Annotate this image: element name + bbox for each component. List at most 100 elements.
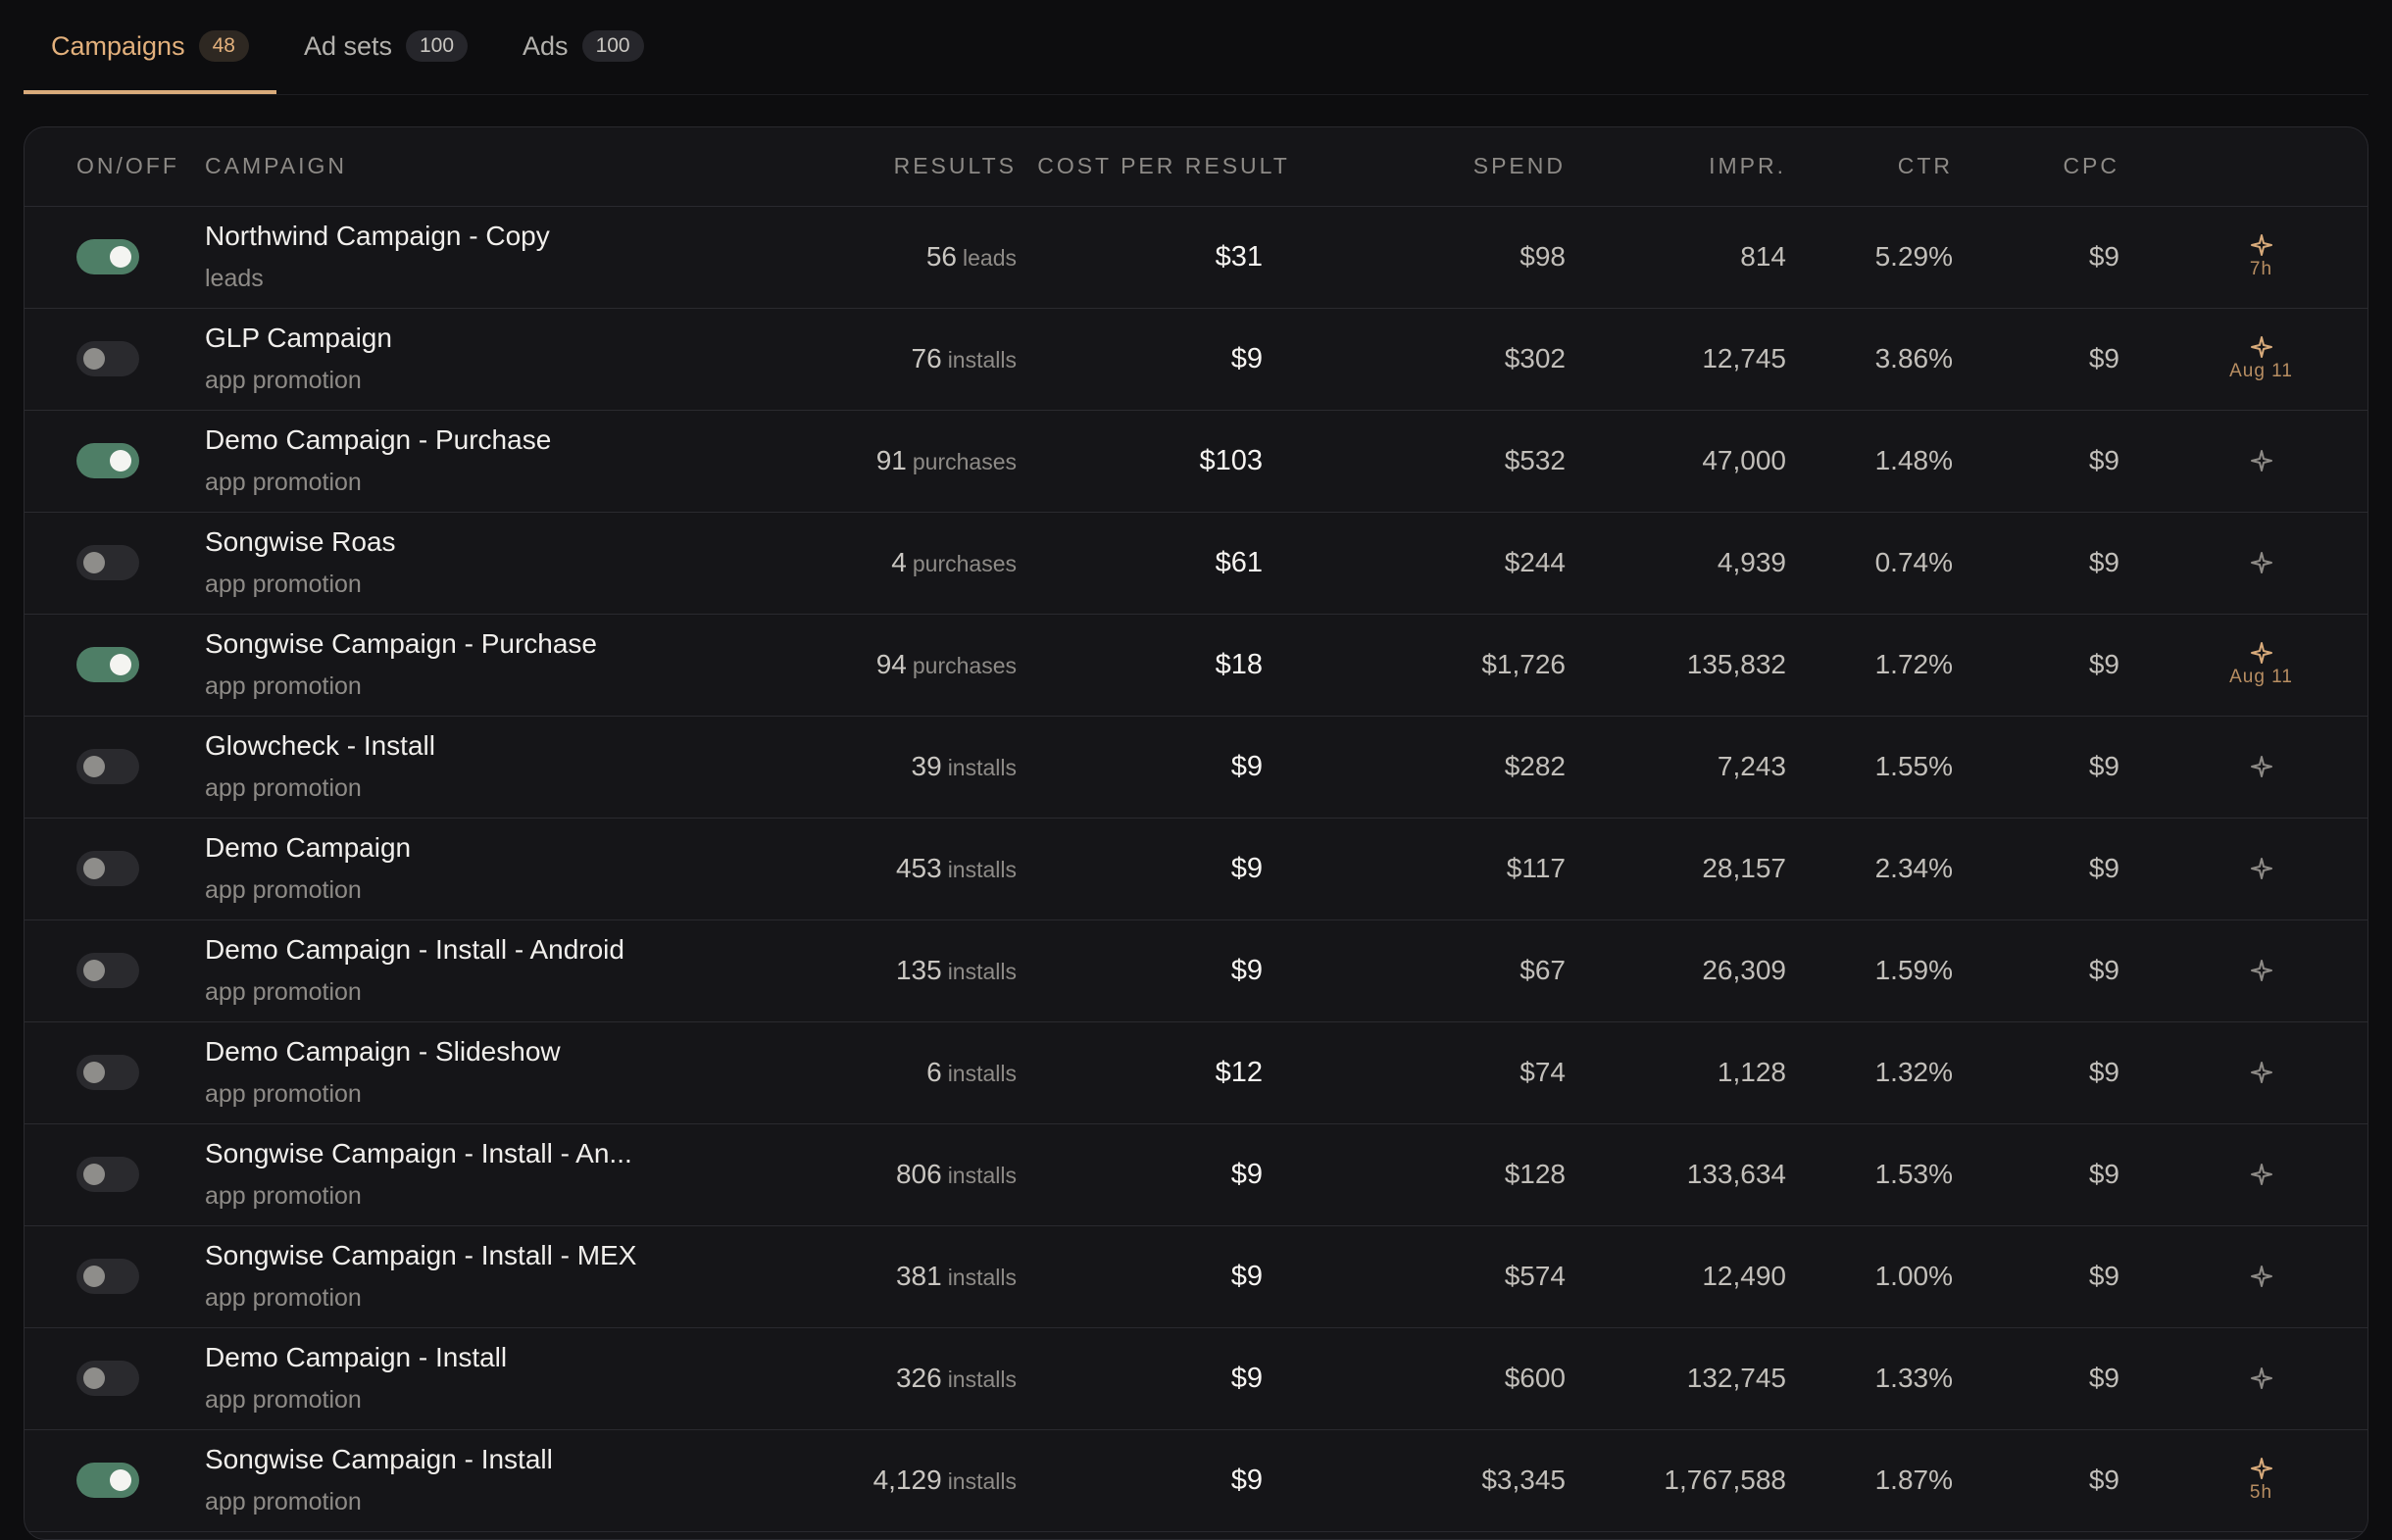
- campaign-name[interactable]: Demo Campaign - Install - Android: [205, 931, 624, 969]
- sparkle-icon[interactable]: [2250, 641, 2273, 665]
- onoff-cell: [25, 818, 205, 919]
- campaign-toggle[interactable]: [76, 443, 139, 478]
- campaign-toggle[interactable]: [76, 647, 139, 682]
- impressions-value: 28,157: [1702, 853, 1786, 883]
- action-cell[interactable]: Aug 11: [2155, 614, 2367, 716]
- campaign-cell[interactable]: Songwise Campaign - Install app promotion: [205, 1429, 617, 1531]
- table-row[interactable]: Demo Campaign app promotion 453 installs $9 $…: [25, 818, 2367, 919]
- sparkle-icon[interactable]: [2250, 1061, 2273, 1084]
- sparkle-icon[interactable]: [2250, 449, 2273, 472]
- header-cost-per-result[interactable]: COST PER RESULT: [1017, 127, 1311, 207]
- sparkle-icon[interactable]: [2250, 1163, 2273, 1186]
- campaign-name[interactable]: Demo Campaign - Purchase: [205, 422, 617, 459]
- ctr-value: 1.00%: [1874, 1261, 1953, 1291]
- campaign-cell[interactable]: Songwise Campaign - Install - An... app p…: [205, 1123, 632, 1225]
- campaign-cell[interactable]: Northwind Campaign - Copy leads: [205, 206, 617, 308]
- campaign-name[interactable]: Demo Campaign - Slideshow: [205, 1033, 617, 1070]
- table-row[interactable]: Demo Campaign - Install - Android app pro…: [25, 919, 2367, 1021]
- sparkle-icon[interactable]: [2250, 959, 2273, 982]
- sparkle-icon[interactable]: [2250, 551, 2273, 574]
- results-cell: 453 installs: [617, 818, 1017, 919]
- impressions-value: 135,832: [1686, 649, 1786, 679]
- header-cpc[interactable]: CPC: [1972, 127, 2155, 207]
- table-body: Northwind Campaign - Copy leads 56 leads $31…: [25, 206, 2367, 1531]
- table-row[interactable]: Northwind Campaign - Copy leads 56 leads $31…: [25, 206, 2367, 308]
- cpc-value: $9: [2088, 241, 2119, 272]
- campaign-cell[interactable]: Songwise Roas app promotion: [205, 512, 617, 614]
- campaign-name[interactable]: Songwise Campaign - Install - MEX: [205, 1237, 636, 1274]
- action-cell[interactable]: [2155, 512, 2367, 614]
- campaign-cell[interactable]: GLP Campaign app promotion: [205, 308, 617, 410]
- campaign-cell[interactable]: Demo Campaign - Slideshow app promotion: [205, 1021, 617, 1123]
- campaign-toggle[interactable]: [76, 545, 139, 580]
- campaign-name[interactable]: Songwise Campaign - Purchase: [205, 625, 617, 663]
- action-cell[interactable]: [2155, 919, 2367, 1021]
- header-campaign[interactable]: CAMPAIGN: [205, 127, 617, 207]
- sparkle-icon[interactable]: [2250, 1366, 2273, 1390]
- action-cell[interactable]: [2155, 818, 2367, 919]
- action-cell[interactable]: [2155, 1327, 2367, 1429]
- sparkle-icon[interactable]: [2250, 1457, 2273, 1480]
- table-row[interactable]: Songwise Campaign - Install - An... app p…: [25, 1123, 2367, 1225]
- table-row[interactable]: Demo Campaign - Install app promotion 326 i…: [25, 1327, 2367, 1429]
- campaign-cell[interactable]: Songwise Campaign - Purchase app promotio…: [205, 614, 617, 716]
- campaign-name[interactable]: GLP Campaign: [205, 320, 617, 357]
- sparkle-icon[interactable]: [2250, 233, 2273, 257]
- campaign-toggle[interactable]: [76, 1259, 139, 1294]
- header-spend[interactable]: SPEND: [1311, 127, 1566, 207]
- campaign-name[interactable]: Songwise Campaign - Install - An...: [205, 1135, 632, 1172]
- action-cell[interactable]: 7h: [2155, 206, 2367, 308]
- campaign-name[interactable]: Songwise Campaign - Install: [205, 1441, 617, 1478]
- campaign-toggle[interactable]: [76, 1055, 139, 1090]
- campaign-toggle[interactable]: [76, 1463, 139, 1498]
- onoff-cell: [25, 1021, 205, 1123]
- table-row[interactable]: GLP Campaign app promotion 76 installs $9 $30…: [25, 308, 2367, 410]
- campaign-toggle[interactable]: [76, 953, 139, 988]
- table-row[interactable]: Glowcheck - Install app promotion 39 instal…: [25, 716, 2367, 818]
- campaign-cell[interactable]: Demo Campaign - Install - Android app pro…: [205, 919, 624, 1021]
- campaign-toggle[interactable]: [76, 749, 139, 784]
- header-onoff[interactable]: ON/OFF: [25, 127, 205, 207]
- header-results[interactable]: RESULTS: [617, 127, 1017, 207]
- campaign-toggle[interactable]: [76, 341, 139, 376]
- table-row[interactable]: Songwise Roas app promotion 4 purchases $61 $…: [25, 512, 2367, 614]
- action-cell[interactable]: [2155, 1225, 2367, 1327]
- header-ctr[interactable]: CTR: [1786, 127, 1972, 207]
- campaign-toggle[interactable]: [76, 851, 139, 886]
- campaign-cell[interactable]: Songwise Campaign - Install - MEX app pro…: [205, 1225, 636, 1327]
- sparkle-icon[interactable]: [2250, 1265, 2273, 1288]
- campaign-cell[interactable]: Demo Campaign - Purchase app promotion: [205, 410, 617, 512]
- sparkle-icon[interactable]: [2250, 335, 2273, 359]
- action-cell[interactable]: [2155, 410, 2367, 512]
- action-cell[interactable]: [2155, 1021, 2367, 1123]
- action-cell[interactable]: 5h: [2155, 1429, 2367, 1531]
- table-row[interactable]: Songwise Campaign - Install app promotion…: [25, 1429, 2367, 1531]
- campaign-toggle[interactable]: [76, 1361, 139, 1396]
- cost-per-result: $103: [1199, 444, 1263, 476]
- action-cell[interactable]: Aug 11: [2155, 308, 2367, 410]
- campaign-name[interactable]: Songwise Roas: [205, 523, 617, 561]
- campaign-name[interactable]: Glowcheck - Install: [205, 727, 617, 765]
- campaign-name[interactable]: Demo Campaign: [205, 829, 617, 867]
- campaign-name[interactable]: Northwind Campaign - Copy: [205, 218, 617, 255]
- table-row[interactable]: Songwise Campaign - Install - MEX app pro…: [25, 1225, 2367, 1327]
- cost-per-result: $9: [1230, 750, 1263, 782]
- header-impressions[interactable]: IMPR.: [1566, 127, 1786, 207]
- tab-ads[interactable]: Ads 100: [495, 2, 672, 94]
- toggle-knob: [83, 1164, 105, 1185]
- campaign-cell[interactable]: Demo Campaign app promotion: [205, 818, 617, 919]
- action-cell[interactable]: [2155, 716, 2367, 818]
- campaign-toggle[interactable]: [76, 1157, 139, 1192]
- tab-ad-sets[interactable]: Ad sets 100: [276, 2, 495, 94]
- campaign-toggle[interactable]: [76, 239, 139, 274]
- tab-campaigns[interactable]: Campaigns 48: [24, 2, 276, 94]
- campaign-cell[interactable]: Glowcheck - Install app promotion: [205, 716, 617, 818]
- table-row[interactable]: Songwise Campaign - Purchase app promotio…: [25, 614, 2367, 716]
- action-cell[interactable]: [2155, 1123, 2367, 1225]
- sparkle-icon[interactable]: [2250, 857, 2273, 880]
- table-row[interactable]: Demo Campaign - Slideshow app promotion 6 i…: [25, 1021, 2367, 1123]
- table-row[interactable]: Demo Campaign - Purchase app promotion 91 p…: [25, 410, 2367, 512]
- campaign-cell[interactable]: Demo Campaign - Install app promotion: [205, 1327, 617, 1429]
- campaign-name[interactable]: Demo Campaign - Install: [205, 1339, 617, 1376]
- sparkle-icon[interactable]: [2250, 755, 2273, 778]
